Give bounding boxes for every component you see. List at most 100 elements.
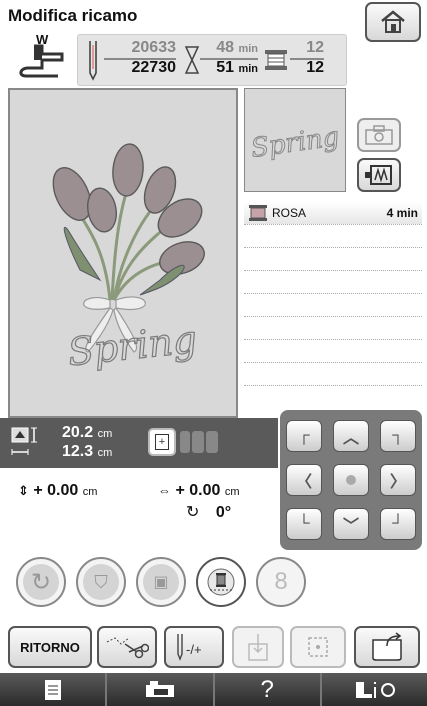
chevron-down-icon: ﹀ — [342, 518, 359, 535]
help-tab[interactable]: ? — [212, 673, 320, 706]
hourglass-icon — [184, 46, 200, 74]
corner-down-left-icon: └ — [298, 515, 310, 532]
time-unit-bottom: min — [238, 62, 258, 75]
rotate-icon: ↻ — [30, 568, 52, 596]
hoop-sizes-icon — [180, 431, 220, 453]
move-up-button[interactable]: ︿ — [333, 420, 369, 452]
thread-row[interactable]: ROSA 4 min — [244, 202, 422, 225]
chevron-left-icon: 〈 — [295, 474, 312, 491]
shield-icon: ⛉ — [94, 571, 108, 592]
size-info-panel: 20.2 cm 12.3 cm + — [0, 418, 278, 468]
move-vertical: ⇕ + 0.00 cm — [18, 482, 97, 500]
border-button[interactable]: ▣ — [136, 557, 186, 607]
help-icon: ? — [260, 675, 274, 703]
vertical-arrow-icon: ⇕ — [18, 483, 29, 498]
camera-button[interactable] — [357, 118, 401, 152]
corner-up-left-icon: ┌ — [298, 427, 310, 444]
rotation-readout: ↻ 0° — [186, 502, 231, 522]
time-total: 51 — [216, 58, 234, 76]
chevron-up-icon: ︿ — [342, 430, 359, 447]
jump-stitch-cut-button[interactable] — [97, 626, 157, 668]
sequence-button[interactable]: 8 — [256, 557, 306, 607]
rotation-value: 0° — [215, 504, 232, 521]
needle-forward-back-button[interactable]: -/+ — [164, 626, 224, 668]
move-down-button[interactable]: ﹀ — [333, 508, 369, 540]
scissors-icon — [106, 637, 149, 659]
thread-row-empty — [244, 294, 422, 317]
design-preview: Spring — [8, 88, 238, 418]
density-button[interactable]: ⛉ — [76, 557, 126, 607]
border-icon: ▣ — [153, 574, 169, 591]
chevron-right-icon: 〉 — [389, 474, 406, 491]
thread-row-empty — [244, 340, 422, 363]
stitch-count-total: 22730 — [131, 58, 177, 76]
needle-icon — [89, 41, 97, 81]
design-lettering: Spring — [66, 317, 199, 374]
design-width: 12.3 — [62, 443, 94, 460]
start-point-icon — [248, 634, 268, 661]
trial-frame-icon — [308, 637, 328, 657]
home-button[interactable] — [365, 2, 421, 42]
move-up-left-button[interactable]: ┌ — [286, 420, 322, 452]
camera-icon — [365, 125, 393, 145]
memory-pocket-button[interactable] — [354, 626, 420, 668]
horizontal-arrow-icon: ⇔ — [158, 483, 171, 498]
thread-row-empty — [244, 271, 422, 294]
spool-icon — [265, 50, 287, 70]
settings-icon — [356, 681, 396, 698]
move-up-right-button[interactable]: ┐ — [380, 420, 416, 452]
bottom-navigation: ? — [0, 673, 427, 706]
start-point-button[interactable] — [232, 626, 284, 668]
settings-tab[interactable] — [319, 673, 427, 706]
move-horizontal-unit: cm — [224, 486, 240, 498]
rotate-button[interactable]: ↻ — [16, 557, 66, 607]
needle-plus-minus-icon: -/+ — [177, 634, 202, 661]
return-label: RITORNO — [20, 639, 80, 655]
move-vertical-unit: cm — [82, 486, 98, 498]
thread-time: 4 min — [386, 206, 418, 220]
frame-icon — [365, 165, 392, 185]
color-count-total: 12 — [306, 58, 324, 76]
arrow-pad: ┌ ︿ ┐ 〈 〉 └ ﹀ ┘ — [280, 410, 422, 550]
time-current: 48 — [216, 39, 234, 56]
figure-eight-icon: 8 — [274, 568, 288, 595]
corner-down-right-icon: ┘ — [392, 515, 404, 532]
thread-color-list: ROSA 4 min — [244, 202, 422, 412]
frame-view-button[interactable] — [357, 158, 401, 192]
presser-foot-indicator: W — [10, 30, 68, 80]
corner-up-right-icon: ┐ — [392, 427, 404, 444]
move-horizontal: ⇔ + 0.00 cm — [158, 482, 240, 500]
thumbnail-lettering: Spring — [249, 122, 341, 164]
design-height: 20.2 — [62, 424, 94, 441]
width-unit: cm — [97, 447, 113, 459]
move-down-right-button[interactable]: ┘ — [380, 508, 416, 540]
rotation-icon: ↻ — [186, 504, 200, 521]
move-vertical-value: + 0.00 — [33, 482, 79, 499]
move-right-button[interactable]: 〉 — [380, 464, 416, 496]
center-button[interactable] — [333, 464, 369, 496]
hoop-small-icon: + — [148, 428, 176, 456]
center-dot-icon — [346, 475, 356, 485]
thread-spool-icon — [249, 205, 267, 221]
presser-foot-icon — [19, 44, 64, 78]
height-unit: cm — [97, 428, 113, 440]
svg-text:-/+: -/+ — [186, 642, 202, 657]
embroidery-unit-icon — [145, 680, 174, 697]
pocket-icon — [372, 632, 402, 661]
thread-name: ROSA — [272, 206, 307, 220]
embroidery-unit-tab[interactable] — [105, 673, 213, 706]
thread-row-empty — [244, 248, 422, 271]
return-button[interactable]: RITORNO — [8, 626, 92, 668]
document-tab[interactable] — [0, 673, 106, 706]
thread-row-empty — [244, 363, 422, 386]
size-icon — [11, 427, 37, 455]
move-horizontal-value: + 0.00 — [175, 482, 221, 499]
thread-color-button[interactable] — [196, 557, 246, 607]
trial-button[interactable] — [290, 626, 346, 668]
thread-row-empty — [244, 317, 422, 340]
move-down-left-button[interactable]: └ — [286, 508, 322, 540]
thread-row-empty — [244, 225, 422, 248]
move-left-button[interactable]: 〈 — [286, 464, 322, 496]
thumbnail-preview: Spring — [244, 88, 346, 192]
tulip-design-image: Spring — [52, 143, 205, 375]
